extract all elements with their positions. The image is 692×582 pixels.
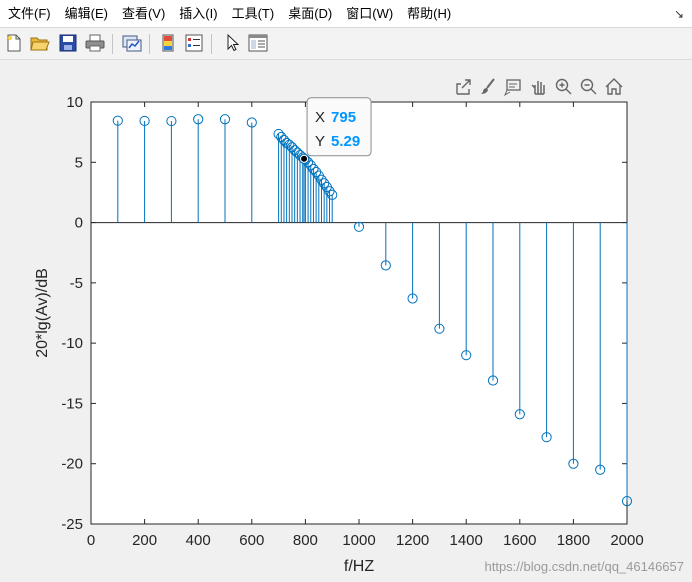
watermark: https://blog.csdn.net/qq_46146657 [484, 559, 685, 574]
x-tick-label: 400 [186, 532, 211, 549]
y-tick-label: 5 [75, 154, 83, 171]
datatip-x-value: 795 [331, 109, 356, 126]
zoom-out-icon[interactable] [579, 77, 599, 97]
menu-insert[interactable]: 插入(I) [172, 0, 224, 28]
x-tick-label: 1600 [503, 532, 536, 549]
save-icon[interactable] [57, 32, 79, 54]
toolbar-separator [112, 34, 113, 54]
property-inspector-icon[interactable] [247, 32, 269, 54]
x-tick-label: 0 [87, 532, 95, 549]
pan-hand-icon[interactable] [529, 77, 549, 97]
brush-icon[interactable] [479, 77, 499, 97]
x-tick-label: 800 [293, 532, 318, 549]
toolbar-separator [149, 34, 150, 54]
x-tick-label: 1000 [342, 532, 375, 549]
menu-desktop[interactable]: 桌面(D) [281, 0, 339, 28]
toolbar-separator [211, 34, 212, 54]
open-file-icon[interactable] [29, 32, 51, 54]
print-icon[interactable] [84, 32, 106, 54]
y-tick-label: -10 [61, 335, 83, 352]
dock-arrow-icon[interactable]: ↘ [674, 0, 684, 28]
stem-plot: 0 200 400 600 800 1000 1200 1400 1600 1800 2000 10 5… [34, 94, 644, 575]
x-tick-label: 1200 [396, 532, 429, 549]
zoom-in-icon[interactable] [554, 77, 574, 97]
menu-bar: 文件(F) 编辑(E) 查看(V) 插入(I) 工具(T) 桌面(D) 窗口(W… [0, 0, 692, 28]
menu-file[interactable]: 文件(F) [0, 0, 58, 28]
y-tick-label: 0 [75, 215, 83, 232]
figure-toolbar [0, 28, 692, 60]
x-axis-label: f/HZ [344, 558, 374, 575]
x-tick-label: 200 [132, 532, 157, 549]
y-tick-label: -25 [61, 516, 83, 533]
y-tick-label: -5 [70, 275, 83, 292]
menu-tools[interactable]: 工具(T) [225, 0, 282, 28]
data-tips-icon[interactable] [504, 77, 524, 97]
menu-window[interactable]: 窗口(W) [339, 0, 400, 28]
x-tick-label: 600 [239, 532, 264, 549]
menu-view[interactable]: 查看(V) [115, 0, 172, 28]
y-tick-label: -20 [61, 456, 83, 473]
figure-canvas: 0 200 400 600 800 1000 1200 1400 1600 1800 2000 10 5… [0, 60, 692, 582]
y-axis-label: 20*lg(Av)/dB [34, 268, 51, 358]
datatip-y-value: 5.29 [331, 133, 360, 150]
datatip-x-label: X [315, 109, 325, 126]
edit-plot-cursor-icon[interactable] [221, 32, 243, 54]
y-tick-label: -15 [61, 395, 83, 412]
export-icon[interactable] [454, 77, 474, 97]
insert-colorbar-icon[interactable] [157, 32, 179, 54]
menu-help[interactable]: 帮助(H) [400, 0, 458, 28]
datatip-marker[interactable] [300, 154, 309, 163]
y-tick-label: 10 [66, 94, 83, 111]
x-tick-label: 1800 [557, 532, 590, 549]
restore-view-home-icon[interactable] [604, 77, 624, 97]
insert-legend-icon[interactable] [183, 32, 205, 54]
new-figure-icon[interactable] [3, 32, 25, 54]
x-tick-label: 2000 [610, 532, 643, 549]
link-plot-icon[interactable] [121, 32, 143, 54]
menu-edit[interactable]: 编辑(E) [58, 0, 115, 28]
x-tick-label: 1400 [450, 532, 483, 549]
datatip-y-label: Y [315, 133, 325, 150]
